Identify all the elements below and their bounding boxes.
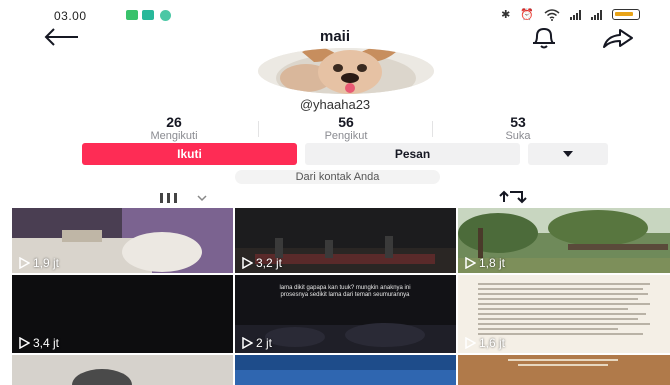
- status-time: 03.00: [54, 9, 87, 23]
- stat-divider: [432, 121, 433, 137]
- video-tile[interactable]: 1,9 jt: [12, 208, 233, 273]
- caret-down-icon: [563, 151, 573, 157]
- play-icon: [19, 337, 30, 349]
- avatar-image: [258, 48, 434, 94]
- video-tile[interactable]: [458, 355, 670, 385]
- video-tile[interactable]: 1,8 jt: [458, 208, 670, 273]
- grid-icon[interactable]: [160, 190, 220, 206]
- avatar[interactable]: [258, 48, 434, 94]
- stat-followers-count: 56: [338, 114, 354, 130]
- play-icon: [242, 257, 253, 269]
- video-thumbnail: [458, 355, 670, 385]
- stat-following-label: Mengikuti: [150, 130, 198, 142]
- username: @yhaaha23: [299, 97, 371, 112]
- video-thumbnail: [235, 355, 456, 385]
- wifi-icon: [544, 8, 560, 21]
- play-icon: [465, 257, 476, 269]
- share-arrow-icon[interactable]: [600, 26, 636, 52]
- bluetooth-icon: ✱: [501, 9, 511, 21]
- bell-icon[interactable]: [526, 26, 562, 52]
- stat-followers-label: Pengikut: [324, 130, 368, 142]
- status-bar: 03.00 ✱ ⏰: [0, 0, 670, 26]
- video-tile[interactable]: 1,6 jt: [458, 275, 670, 353]
- view-count: 1,6 jt: [464, 336, 505, 350]
- profile-tabs: [0, 186, 670, 208]
- video-caption: lama dikit gapapa kan tuuk? mungkin anak…: [279, 285, 411, 298]
- video-tile[interactable]: 3,2 jt: [235, 208, 456, 273]
- message-button[interactable]: Pesan: [305, 143, 520, 165]
- app-notification-icon: [126, 10, 138, 20]
- view-count: 3,2 jt: [241, 256, 282, 270]
- follow-button[interactable]: Ikuti: [82, 143, 297, 165]
- view-count: 1,8 jt: [464, 256, 505, 270]
- stat-likes[interactable]: 53 Suka: [458, 115, 578, 143]
- video-tile[interactable]: 3,4 jt: [12, 275, 233, 353]
- video-grid: 1,9 jt 3,2 jt 1,8 jt 3,4 jt lama dikit g…: [12, 208, 670, 385]
- video-thumbnail: [12, 355, 233, 385]
- signal-icon: [591, 9, 602, 20]
- view-count: 1,9 jt: [18, 256, 59, 270]
- play-icon: [19, 257, 30, 269]
- stat-likes-count: 53: [510, 114, 526, 130]
- repost-icon[interactable]: [496, 188, 536, 206]
- view-count: 2 jt: [241, 336, 272, 350]
- app-notification-icon: [160, 10, 171, 21]
- battery-icon: [612, 9, 640, 20]
- stat-following[interactable]: 26 Mengikuti: [114, 115, 234, 143]
- more-options-button[interactable]: [528, 143, 608, 165]
- alarm-icon: ⏰: [520, 9, 534, 21]
- stat-followers[interactable]: 56 Pengikut: [286, 115, 406, 143]
- play-icon: [465, 337, 476, 349]
- view-count: 3,4 jt: [18, 336, 59, 350]
- page-title: maii: [319, 28, 350, 45]
- app-notification-icon: [142, 10, 154, 20]
- stat-likes-label: Suka: [505, 130, 531, 142]
- stat-following-count: 26: [166, 114, 182, 130]
- video-tile[interactable]: [12, 355, 233, 385]
- signal-icon: [570, 9, 581, 20]
- play-icon: [242, 337, 253, 349]
- video-tile[interactable]: lama dikit gapapa kan tuuk? mungkin anak…: [235, 275, 456, 353]
- contact-note: Dari kontak Anda: [235, 170, 440, 184]
- status-indicators: ✱ ⏰: [501, 8, 640, 21]
- stat-divider: [258, 121, 259, 137]
- video-tile[interactable]: [235, 355, 456, 385]
